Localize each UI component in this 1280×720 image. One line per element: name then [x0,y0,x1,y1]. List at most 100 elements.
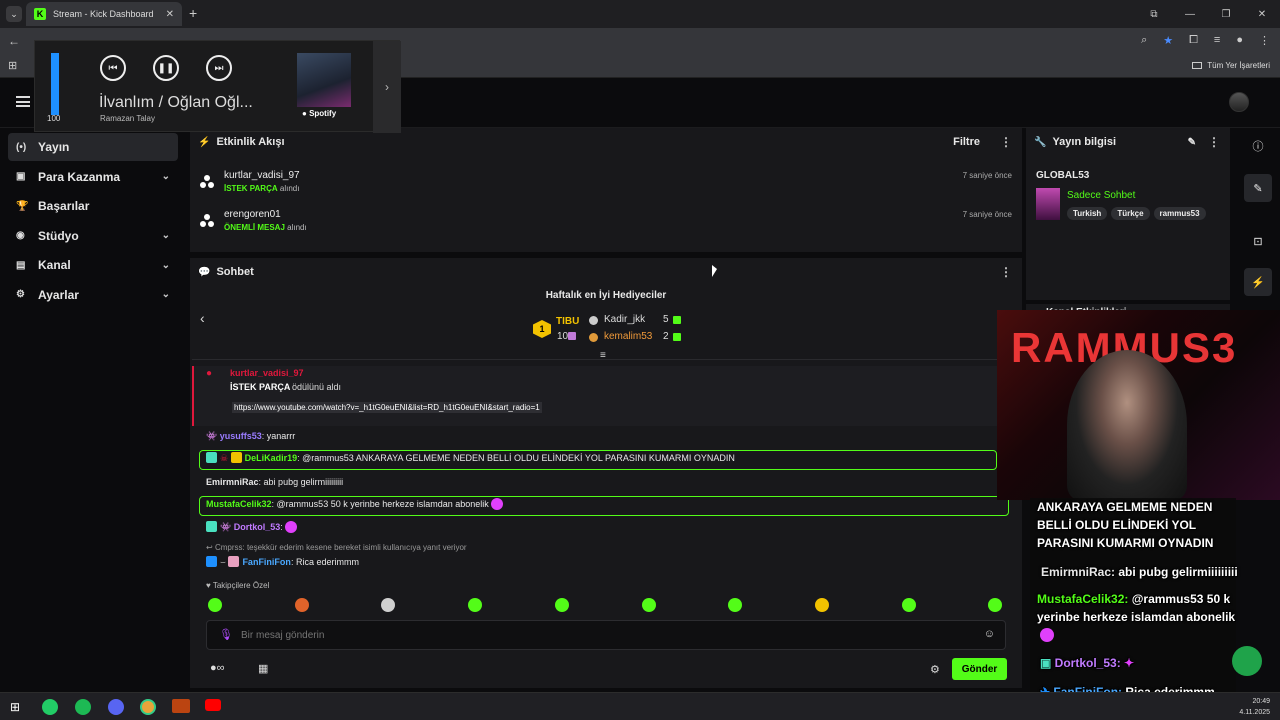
redeem-link[interactable]: https://www.youtube.com/watch?v=_h1tG0eu… [232,402,542,413]
overlay-user: MustafaCelik32: [1037,592,1129,606]
chat-settings-icon[interactable]: ⚙ [930,663,940,676]
tab-search-icon[interactable]: ⌄ [6,6,22,22]
hamburger-menu-icon[interactable] [16,96,30,107]
gifter-bronze-icon [589,333,598,342]
minimize-icon[interactable]: — [1172,0,1208,28]
stream-tag[interactable]: rammus53 [1153,207,1206,220]
filter-button[interactable]: Filtre [953,136,980,148]
points-infinity-icon[interactable]: ●∞ [210,662,225,674]
chat-message-input[interactable] [241,625,961,645]
stream-info-more-icon[interactable]: ⋮ [1206,135,1222,149]
bookmark-star-icon[interactable]: ★ [1163,34,1173,47]
emote-icon[interactable] [208,598,222,612]
mic-icon[interactable]: 🎙 [219,628,233,641]
event-user[interactable]: kurtlar_vadisi_97 [224,170,300,181]
system-clock[interactable]: 20:49 4.11.2025 [1239,696,1270,718]
bolt-icon: ⚡ [198,136,211,148]
all-bookmarks[interactable]: Tüm Yer İşaretleri [1192,61,1270,70]
discord-icon[interactable] [108,699,124,715]
chat-back-icon[interactable]: ‹ [200,310,205,326]
emote-icon[interactable] [641,598,656,612]
sidebar-item-label: Yayın [38,140,70,154]
webcam-overlay: RAMMUS3 [997,310,1280,500]
sidebar-item-4[interactable]: ▤ Kanal ⌄ [8,251,178,279]
chevron-down-icon[interactable]: ⌄ [162,289,178,300]
volume-slider[interactable] [51,53,59,115]
emote-icon[interactable] [468,598,483,612]
back-icon[interactable]: ← [8,34,20,48]
overlay-msg-text: abi pubg gelirmiiiiiiiii [1118,565,1238,579]
sidebar-item-1[interactable]: ▣ Para Kazanma ⌄ [8,163,178,191]
chat-username[interactable]: FanFiniFon [242,557,291,567]
browser-tab[interactable]: K Stream - Kick Dashboard ✕ [26,2,182,26]
chat-username[interactable]: Dortkol_53 [234,522,281,532]
browser-menu-icon[interactable]: ⋮ [1259,34,1270,47]
media-control-icon[interactable]: ≡ [1214,34,1220,47]
sidebar-item-5[interactable]: ⚙ Ayarlar ⌄ [8,281,178,309]
sidebar-item-3[interactable]: ◉ Stüdyo ⌄ [8,222,178,250]
quick-actions-icon[interactable]: ⚡ [1244,268,1272,296]
activity-more-icon[interactable]: ⋮ [998,135,1014,149]
emote-icon[interactable] [814,598,829,612]
new-tab-icon[interactable]: + [189,5,197,21]
spotify-taskbar-icon[interactable] [75,699,91,715]
browser-profile-icon[interactable]: ⧉ [1136,0,1172,28]
chat-message: MustafaCelik32: @rammus53 50 k yerinbe h… [206,498,504,510]
voicemeeter-icon[interactable] [172,699,190,713]
gift-icon [673,316,681,324]
capture-icon[interactable]: ⊡ [1244,227,1272,255]
store-icon[interactable]: ▦ [258,662,268,675]
pause-icon[interactable]: ❚❚ [153,55,179,81]
sidebar-item-0[interactable]: (•) Yayın [8,133,178,161]
emote-icon[interactable] [901,598,916,612]
edit-icon[interactable]: ✎ [1244,174,1272,202]
windows-start-icon[interactable]: ⊞ [10,700,20,714]
event-user[interactable]: erengoren01 [224,209,281,220]
extensions-icon[interactable]: ⧠ [1189,34,1198,47]
overlay-logo-icon [1232,646,1262,676]
tab-close-icon[interactable]: ✕ [166,9,174,20]
chat-username[interactable]: EmirmniRac [206,477,259,487]
chat-input-box[interactable]: 🎙 ☺ [206,620,1006,650]
apps-grid-icon[interactable]: ⊞ [8,59,17,72]
chat-username[interactable]: DeLiKadir19 [245,453,298,463]
gifter-count: 5 [663,314,669,325]
chat-username[interactable]: MustafaCelik32 [206,499,272,509]
tab-title: Stream - Kick Dashboard [53,9,154,19]
chat-message-text: Rica ederimmm [295,557,359,567]
overlay-user: EmirmniRac: [1041,565,1116,579]
overlay-text-line: PARASINI KUMARMI OYNADIN [1037,536,1214,550]
emote-icon[interactable] [294,598,309,612]
user-avatar[interactable] [1229,92,1249,112]
streamer-figure [1067,350,1187,500]
chevron-down-icon[interactable]: ⌄ [162,230,178,241]
sidebar-item-label: Kanal [38,258,71,272]
dashboard-sidebar: (•) Yayın ▣ Para Kazanma ⌄ 🏆 Başarılar ◉ Stüdyo ⌄… [0,128,186,688]
chat-username[interactable]: yusuffs53 [220,431,262,441]
whatsapp-icon[interactable] [42,699,58,715]
stream-tag[interactable]: Turkish [1067,207,1108,220]
stream-info-panel: 🔧 Yayın bilgisi ✎ ⋮ GLOBAL53 Sadece Sohb… [1026,128,1230,300]
chat-more-icon[interactable]: ⋮ [998,265,1014,279]
send-button[interactable]: Gönder [952,658,1007,680]
profile-avatar-icon[interactable]: ● [1236,34,1243,47]
chrome-icon[interactable] [140,699,156,715]
next-track-icon[interactable]: ⏭ [206,55,232,81]
redeem-user[interactable]: kurtlar_vadisi_97 [230,368,304,378]
zoom-icon[interactable]: ⌕ [1141,34,1147,47]
sidebar-item-2[interactable]: 🏆 Başarılar [8,192,178,220]
emote-icon[interactable] [554,598,569,612]
stream-tag[interactable]: Türkçe [1111,207,1150,220]
youtube-icon[interactable] [205,699,221,711]
previous-track-icon[interactable]: ⏮ [100,55,126,81]
chevron-down-icon[interactable]: ⌄ [162,260,178,271]
restore-icon[interactable]: ❐ [1208,0,1244,28]
emoji-icon[interactable]: ☺ [984,628,995,640]
info-icon[interactable]: ⓘ [1244,132,1272,160]
category-link[interactable]: Sadece Sohbet [1067,190,1135,201]
expand-arrow-icon[interactable]: › [373,41,401,133]
edit-pencil-icon[interactable]: ✎ [1188,137,1196,148]
chevron-down-icon[interactable]: ⌄ [162,171,178,182]
window-close-icon[interactable]: ✕ [1244,0,1280,28]
chat-message-text: yanarrr [266,431,296,441]
